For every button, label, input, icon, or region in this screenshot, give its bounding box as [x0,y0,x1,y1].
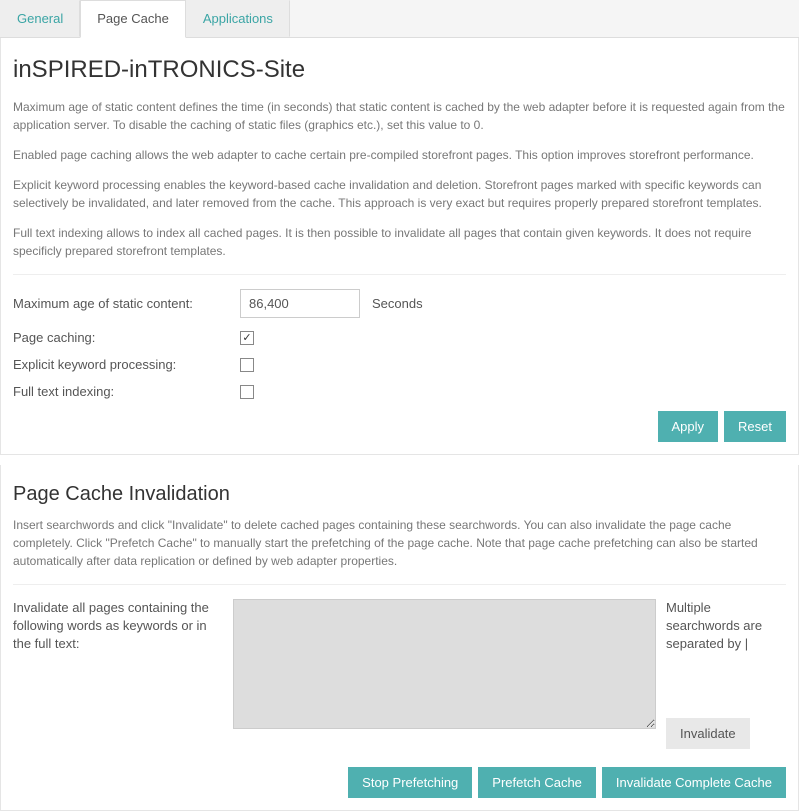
cache-action-row: Stop Prefetching Prefetch Cache Invalida… [13,767,786,798]
tab-applications[interactable]: Applications [186,0,290,37]
desc-fulltext: Full text indexing allows to index all c… [13,224,786,260]
invalidation-desc-block: Insert searchwords and click "Invalidate… [13,516,786,585]
checkbox-fulltext[interactable] [240,385,254,399]
invalidation-hint: Multiple searchwords are separated by | [666,599,786,654]
checkbox-page-caching[interactable]: ✓ [240,331,254,345]
invalidate-button[interactable]: Invalidate [666,718,750,749]
description-block: Maximum age of static content defines th… [13,98,786,275]
invalidation-panel: Page Cache Invalidation Insert searchwor… [0,465,799,811]
invalidation-description: Insert searchwords and click "Invalidate… [13,516,786,570]
label-explicit: Explicit keyword processing: [13,357,240,372]
suffix-seconds: Seconds [372,296,423,311]
row-explicit: Explicit keyword processing: [13,357,786,372]
invalidation-textarea[interactable] [233,599,656,729]
row-page-caching: Page caching: ✓ [13,330,786,345]
apply-button[interactable]: Apply [658,411,719,442]
invalidation-form-row: Invalidate all pages containing the foll… [13,599,786,749]
label-fulltext: Full text indexing: [13,384,240,399]
tab-general[interactable]: General [0,0,80,37]
desc-page-caching: Enabled page caching allows the web adap… [13,146,786,164]
invalidation-label: Invalidate all pages containing the foll… [13,599,223,654]
label-max-age: Maximum age of static content: [13,296,240,311]
reset-button[interactable]: Reset [724,411,786,442]
checkbox-explicit[interactable] [240,358,254,372]
desc-max-age: Maximum age of static content defines th… [13,98,786,134]
tab-bar: General Page Cache Applications [0,0,799,38]
invalidate-complete-button[interactable]: Invalidate Complete Cache [602,767,786,798]
prefetch-cache-button[interactable]: Prefetch Cache [478,767,596,798]
input-max-age[interactable] [240,289,360,318]
desc-explicit: Explicit keyword processing enables the … [13,176,786,212]
invalidation-side: Multiple searchwords are separated by | … [666,599,786,749]
label-page-caching: Page caching: [13,330,240,345]
page-cache-panel: inSPIRED-inTRONICS-Site Maximum age of s… [0,38,799,455]
tab-page-cache[interactable]: Page Cache [80,0,186,38]
stop-prefetching-button[interactable]: Stop Prefetching [348,767,472,798]
row-max-age: Maximum age of static content: Seconds [13,289,786,318]
invalidation-title: Page Cache Invalidation [13,483,786,506]
row-fulltext: Full text indexing: [13,384,786,399]
page-title: inSPIRED-inTRONICS-Site [13,56,786,84]
apply-reset-row: Apply Reset [13,411,786,442]
